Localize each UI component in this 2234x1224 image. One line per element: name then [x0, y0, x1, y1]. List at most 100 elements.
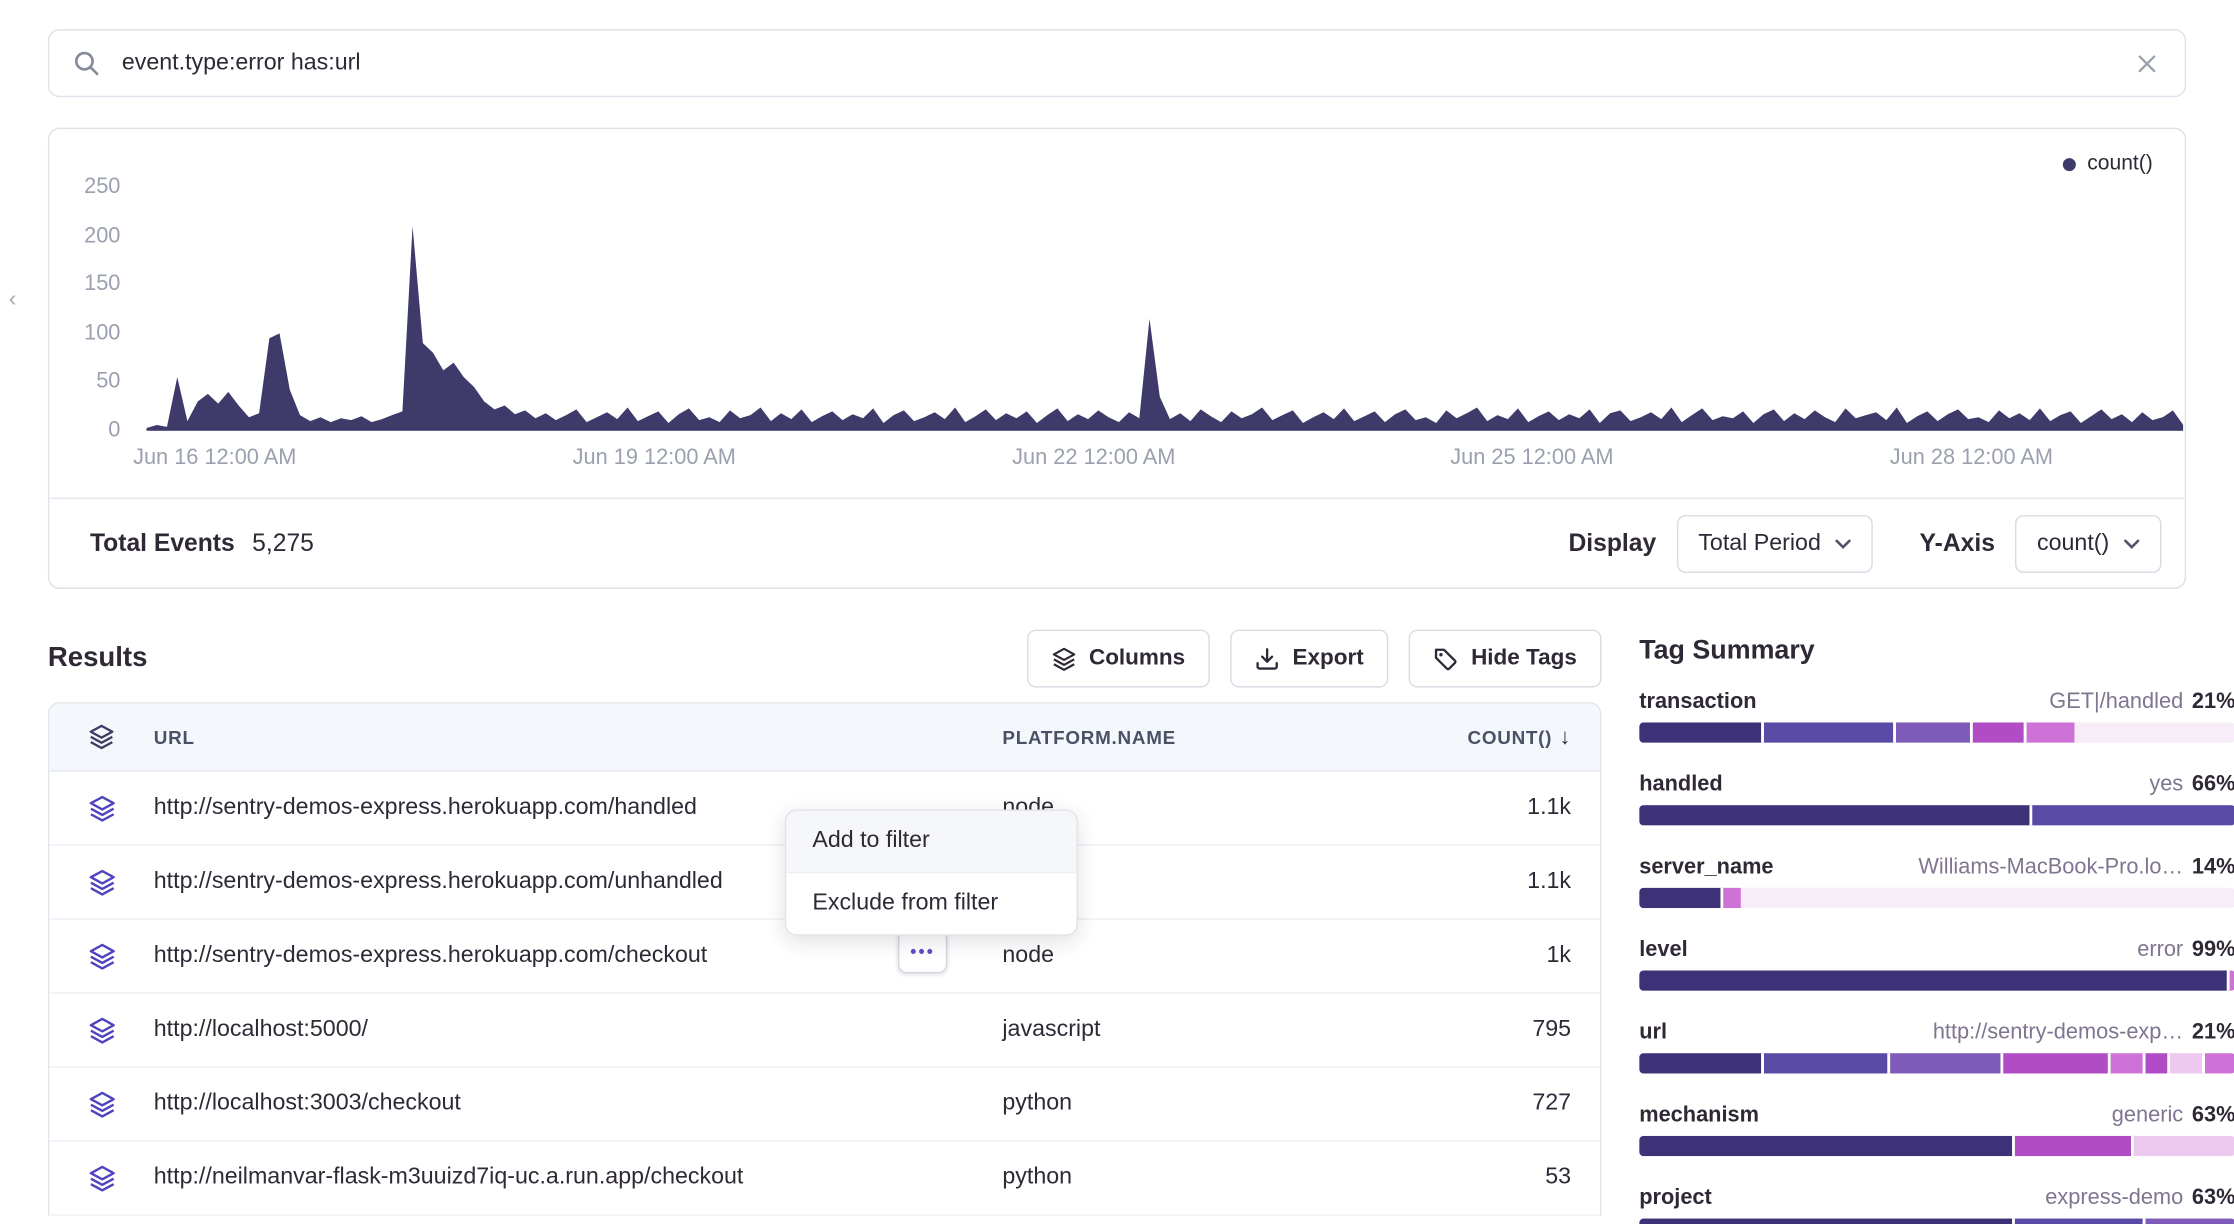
platform-text[interactable]: python: [1002, 1165, 1365, 1191]
tag-name: mechanism: [1639, 1102, 1759, 1127]
events-area-chart: [147, 187, 2184, 431]
columns-button-label: Columns: [1089, 646, 1185, 672]
tag-bar-segment: [1896, 722, 1973, 742]
tag-bar-segment: [2003, 1053, 2110, 1073]
tag-bar-segment: [1639, 888, 1722, 908]
tag-bar-segment: [1764, 1053, 1889, 1073]
url-column-header[interactable]: URL: [154, 726, 1003, 748]
tag-bar[interactable]: [1639, 1053, 2234, 1073]
count-column-label: COUNT(): [1467, 726, 1552, 748]
url-text[interactable]: http://localhost:5000/: [154, 1017, 1003, 1043]
menu-item-add-to-filter[interactable]: Add to filter: [786, 811, 1076, 873]
clear-search-button[interactable]: [2132, 49, 2161, 78]
search-bar[interactable]: [48, 29, 2186, 97]
results-table: URL PLATFORM.NAME COUNT() ↓ http://sentr…: [48, 702, 1602, 1216]
tag-bar-segment: [1639, 722, 1764, 742]
count-text[interactable]: 1k: [1365, 943, 1600, 969]
platform-text[interactable]: javascript: [1002, 1017, 1365, 1043]
tag-bar-segment: [2027, 722, 2075, 742]
url-text[interactable]: http://neilmanvar-flask-m3uuizd7iq-uc.a.…: [154, 1165, 1003, 1191]
count-text[interactable]: 53: [1365, 1165, 1600, 1191]
tag-bar-segment: [1639, 805, 2032, 825]
url-text[interactable]: http://localhost:3003/checkout: [154, 1091, 1003, 1117]
platform-column-header[interactable]: PLATFORM.NAME: [1002, 726, 1365, 748]
tag-bar-segment: [1723, 888, 1741, 908]
tag-row: project express-demo 63%: [1639, 1185, 2234, 1224]
sidebar-collapse-icon[interactable]: ‹: [9, 287, 17, 313]
layers-icon: [88, 942, 116, 970]
row-stack-cell: [49, 1090, 153, 1118]
events-chart-panel: count() 050100150200250 Jun 16 12:00 AMJ…: [48, 128, 2186, 589]
total-events-label: Total Events: [90, 529, 235, 558]
tag-bar[interactable]: [1639, 805, 2234, 825]
row-stack-cell: [49, 1016, 153, 1044]
tag-name: server_name: [1639, 854, 1773, 879]
search-icon: [73, 49, 102, 78]
tag-bar-segment: [2134, 1136, 2234, 1156]
stack-column-header[interactable]: [49, 724, 153, 750]
results-header: Results Columns Export Hide Tags: [48, 630, 1602, 688]
tag-value: generic: [2112, 1102, 2183, 1127]
chart-plot-area: 050100150200250 Jun 16 12:00 AMJun 19 12…: [147, 187, 2184, 431]
results-toolbar: Columns Export Hide Tags: [1027, 630, 1602, 688]
tag-percent: 63%: [2192, 1185, 2234, 1210]
y-axis-dropdown[interactable]: count(): [2015, 514, 2161, 572]
tag-bar[interactable]: [1639, 888, 2234, 908]
tag-bar[interactable]: [1639, 970, 2234, 990]
tag-percent: 21%: [2192, 1020, 2234, 1045]
y-axis-tick: 150: [51, 272, 121, 297]
x-axis-tick: Jun 28 12:00 AM: [1890, 445, 2053, 470]
tag-percent: 99%: [2192, 937, 2234, 962]
tag-bar[interactable]: [1639, 1136, 2234, 1156]
tag-icon: [1433, 646, 1458, 671]
menu-item-exclude-from-filter[interactable]: Exclude from filter: [786, 873, 1076, 934]
row-stack-cell: [49, 942, 153, 970]
legend-series-dot: [2063, 157, 2076, 170]
layers-icon: [88, 1164, 116, 1192]
chart-legend[interactable]: count(): [2063, 152, 2153, 175]
total-events-value: 5,275: [252, 529, 314, 558]
count-column-header[interactable]: COUNT() ↓: [1365, 725, 1600, 750]
tag-value: yes: [2149, 772, 2183, 797]
platform-text[interactable]: node: [1002, 943, 1365, 969]
display-dropdown[interactable]: Total Period: [1677, 514, 1874, 572]
tag-row: url http://sentry-demos-exp… 21%: [1639, 1020, 2234, 1074]
table-row[interactable]: http://neilmanvar-flask-m3uuizd7iq-uc.a.…: [49, 1142, 1600, 1216]
layers-icon: [88, 868, 116, 896]
count-text[interactable]: 727: [1365, 1091, 1600, 1117]
chevron-down-icon: [1835, 537, 1851, 549]
count-text[interactable]: 1.1k: [1365, 795, 1600, 821]
y-axis-dropdown-value: count(): [2037, 530, 2109, 556]
discover-page: ‹ count() 050100150200250 Jun 16 12:00 A…: [0, 0, 2234, 1224]
tag-summary-panel: Tag Summary transaction GET|/handled 21%…: [1639, 634, 2234, 1224]
tag-bar-segment: [1639, 1136, 2015, 1156]
count-text[interactable]: 795: [1365, 1017, 1600, 1043]
tag-value: Williams-MacBook-Pro.lo…: [1918, 854, 2183, 879]
display-label: Display: [1568, 529, 1656, 558]
url-text[interactable]: http://sentry-demos-express.herokuapp.co…: [154, 943, 1003, 969]
tag-bar-segment: [2033, 805, 2234, 825]
tag-name: level: [1639, 937, 1687, 962]
row-actions-button[interactable]: •••: [898, 930, 947, 974]
layers-icon: [88, 724, 114, 750]
layers-icon: [88, 1016, 116, 1044]
tag-bar[interactable]: [1639, 722, 2234, 742]
table-row[interactable]: http://localhost:3003/checkout python 72…: [49, 1068, 1600, 1142]
columns-button[interactable]: Columns: [1027, 630, 1210, 688]
count-text[interactable]: 1.1k: [1365, 869, 1600, 895]
export-button-label: Export: [1293, 646, 1364, 672]
search-input[interactable]: [119, 49, 2115, 78]
tag-bar[interactable]: [1639, 1219, 2234, 1224]
ellipsis-icon: •••: [910, 943, 935, 960]
tag-name: handled: [1639, 772, 1722, 797]
hide-tags-button[interactable]: Hide Tags: [1409, 630, 1602, 688]
tag-value: GET|/handled: [2049, 689, 2183, 714]
tag-bar-segment: [2206, 1053, 2234, 1073]
export-button[interactable]: Export: [1230, 630, 1388, 688]
hide-tags-button-label: Hide Tags: [1471, 646, 1577, 672]
platform-text[interactable]: python: [1002, 1091, 1365, 1117]
tag-name: project: [1639, 1185, 1712, 1210]
table-row[interactable]: http://localhost:5000/ javascript 795: [49, 994, 1600, 1068]
tag-bar-segment: [2170, 1053, 2206, 1073]
tag-value: express-demo: [2045, 1185, 2183, 1210]
